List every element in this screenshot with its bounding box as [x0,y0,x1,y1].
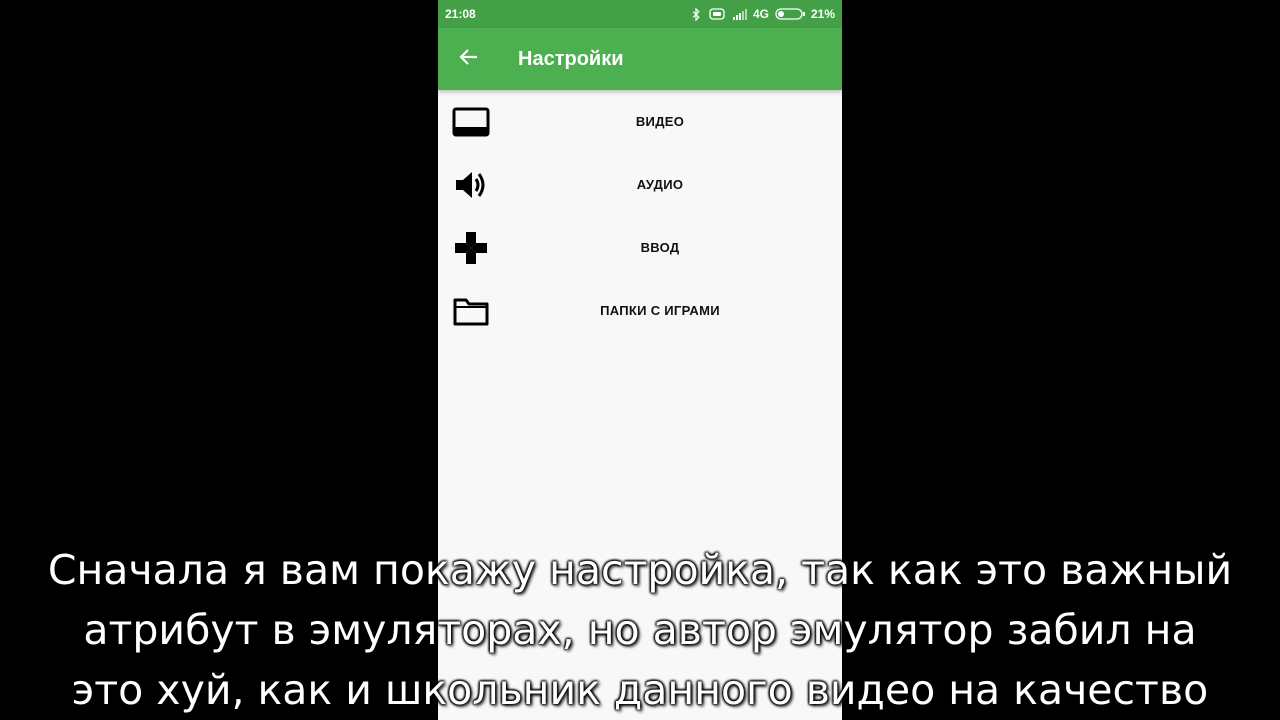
menu-item-label: ПАПКИ С ИГРАМИ [600,303,720,318]
folder-icon [452,292,490,330]
page-title: Настройки [518,47,624,70]
battery-level: 21% [810,7,835,21]
battery-icon [775,8,805,20]
menu-item-video[interactable]: ВИДЕО [438,90,842,153]
menu-item-label: ВИДЕО [635,114,685,129]
settings-menu: ВИДЕО АУДИО ВВОД ПАПКИ С ИГРАМИ [438,90,842,342]
bluetooth-icon [691,7,701,21]
status-bar: 21:08 4G 21% [438,0,842,28]
subtitle-line: это хуй, как и школьник данного видео на… [71,666,1209,714]
signal-icon [732,8,747,20]
menu-item-audio[interactable]: АУДИО [438,153,842,216]
subtitle-line: Сначала я вам покажу настройка, так как … [47,546,1233,594]
video-frame: 21:08 4G 21% Настройки ВИДЕО АУДИО ВВОД … [0,0,1280,720]
monitor-icon [452,103,490,141]
menu-item-game-folders[interactable]: ПАПКИ С ИГРАМИ [438,279,842,342]
arrow-back-icon [458,48,478,71]
menu-item-label: АУДИО [636,177,684,192]
gamepad-icon [452,229,490,267]
status-time: 21:08 [445,7,476,21]
back-button[interactable] [438,28,498,90]
status-icons: 4G 21% [691,7,835,21]
app-bar: Настройки [438,28,842,90]
speaker-icon [452,166,490,204]
menu-item-label: ВВОД [640,240,680,255]
video-subtitle: Сначала я вам покажу настройка, так как … [0,540,1280,720]
menu-item-input[interactable]: ВВОД [438,216,842,279]
network-type: 4G [752,7,769,21]
subtitle-line: атрибут в эмуляторах, но автор эмулятор … [83,606,1197,654]
vibrate-icon [707,8,727,20]
